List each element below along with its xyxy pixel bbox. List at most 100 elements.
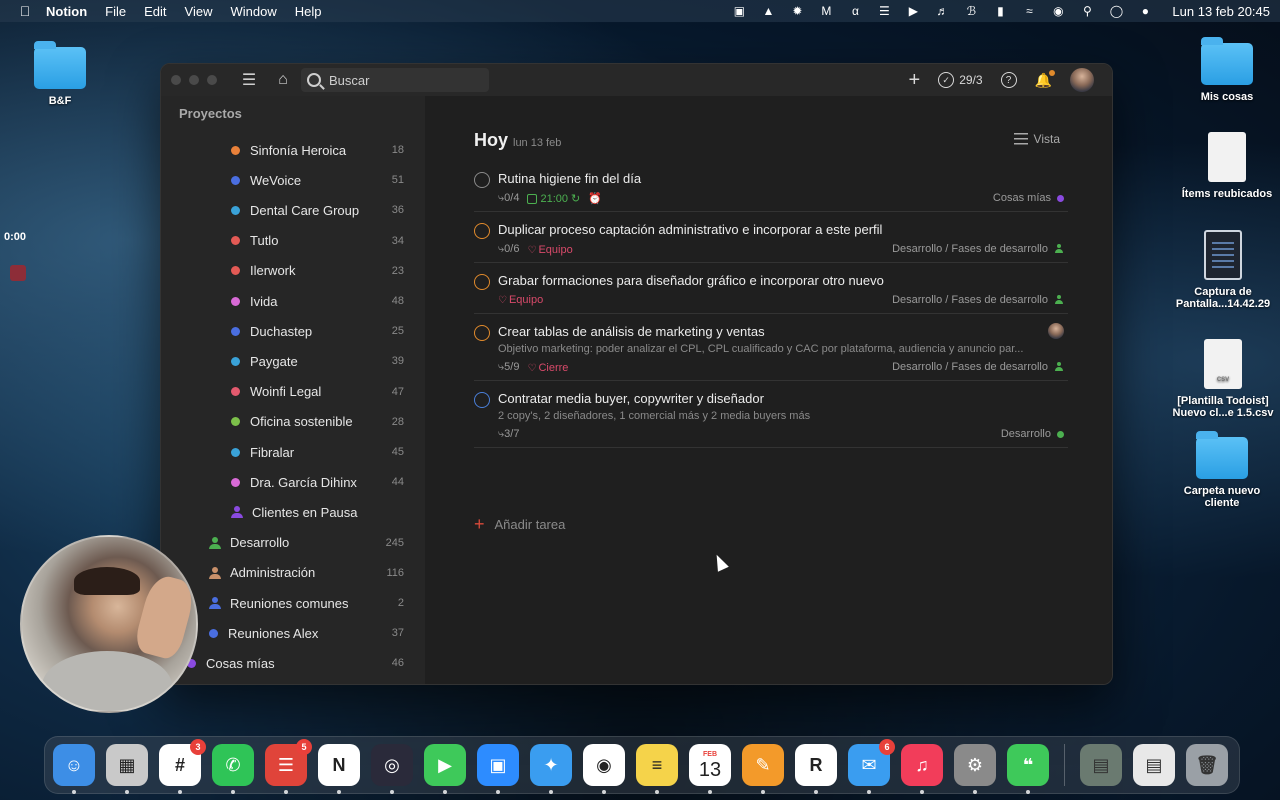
menu-file[interactable]: File <box>105 4 126 19</box>
search-input[interactable]: Buscar <box>301 68 489 92</box>
dock-reeder-app[interactable]: R <box>795 744 837 794</box>
task-project[interactable]: Desarrollo / Fases de desarrollo <box>892 361 1064 373</box>
sidebar-item-project[interactable]: Reuniones Alex 37 <box>209 620 404 646</box>
dock-whatsapp-app[interactable]: ✆ <box>212 744 254 794</box>
task-label[interactable]: ♡ Equipo <box>498 294 543 306</box>
dock-facetime-app[interactable]: ▶ <box>424 744 466 794</box>
siri-icon[interactable]: ● <box>1137 4 1153 18</box>
productivity-button[interactable]: ✓ 29/3 <box>938 72 983 88</box>
dock-chrome-app[interactable]: ◉ <box>583 744 625 794</box>
dock-music-app[interactable]: ♫ <box>901 744 943 794</box>
dock-obs-app[interactable]: ◎ <box>371 744 413 794</box>
sidebar-item-project[interactable]: Fibralar 45 <box>231 439 404 465</box>
sidebar-item-project[interactable]: Clientes en Pausa <box>231 499 404 525</box>
task-title[interactable]: Grabar formaciones para diseñador gráfic… <box>498 273 884 288</box>
desktop-file-screenshot[interactable]: Captura de Pantalla...14.42.29 <box>1168 230 1278 310</box>
home-icon[interactable]: ⌂ <box>273 71 293 89</box>
sidebar-item-project[interactable]: Cosas mías 46 <box>187 650 404 676</box>
menu-toggle-icon[interactable]: ☰ <box>239 70 259 90</box>
menu-app-name[interactable]: Notion <box>46 4 87 19</box>
dock-calendar-app[interactable]: FEB 13 <box>689 744 731 794</box>
battery-icon[interactable]: ▮ <box>992 4 1008 18</box>
bluetooth-icon[interactable]: ℬ <box>963 4 979 18</box>
task-project[interactable]: Desarrollo / Fases de desarrollo <box>892 294 1064 306</box>
sidebar-item-project[interactable]: Duchastep 25 <box>231 318 404 344</box>
sidebar-item-project[interactable]: Tutlo 34 <box>231 228 404 254</box>
desktop-folder-bf[interactable]: B&F <box>5 41 115 107</box>
sidebar-item-project[interactable]: Desarrollo 245 <box>209 530 404 556</box>
apple-menu-icon[interactable]:  <box>10 3 40 19</box>
sidebar-item-project[interactable]: Woinfi Legal 47 <box>231 379 404 405</box>
dock-finder-app[interactable]: ☺ <box>53 744 95 794</box>
dock-safari-app[interactable]: ✦ <box>530 744 572 794</box>
quick-add-button[interactable]: + <box>909 69 921 92</box>
task-title[interactable]: Duplicar proceso captación administrativ… <box>498 222 882 237</box>
notifications-button[interactable]: 🔔 <box>1035 69 1055 89</box>
spotlight-icon[interactable]: ⚲ <box>1079 4 1095 18</box>
dock-messages-app[interactable]: ❝ <box>1007 744 1049 794</box>
dock-notes-app[interactable]: ≡ <box>636 744 678 794</box>
task-project[interactable]: Desarrollo / Fases de desarrollo <box>892 243 1064 255</box>
task-title[interactable]: Rutina higiene fin del día <box>498 171 641 186</box>
task-item[interactable]: Duplicar proceso captación administrativ… <box>474 219 1068 263</box>
gear-status-icon[interactable]: ✹ <box>789 4 805 18</box>
dock-trash[interactable]: 🗑 <box>1186 744 1228 786</box>
task-label[interactable]: ♡ Cierre <box>527 362 568 374</box>
camera-status-icon[interactable]: ▣ <box>731 4 747 18</box>
zoom-window-button[interactable] <box>207 75 217 85</box>
dock-mail-app[interactable]: ✉ 6 <box>848 739 895 794</box>
task-project[interactable]: Desarrollo <box>1001 428 1064 440</box>
dock-zoom-app[interactable]: ▣ <box>477 744 519 794</box>
desktop-file-csv[interactable]: CSV [Plantilla Todoist] Nuevo cl...e 1.5… <box>1168 339 1278 419</box>
sidebar-item-project[interactable]: Oficina sostenible 28 <box>231 409 404 435</box>
control-center-icon[interactable]: ◯ <box>1108 4 1124 18</box>
user-avatar[interactable] <box>1070 68 1094 92</box>
user-status-icon[interactable]: ◉ <box>1050 4 1066 18</box>
volume-icon[interactable]: ♬ <box>934 4 950 18</box>
menu-window[interactable]: Window <box>230 4 276 19</box>
sidebar-item-project[interactable]: Paygate 39 <box>231 348 404 374</box>
task-item[interactable]: Rutina higiene fin del día ⤷0/4 21:00 ↻ ⏰… <box>474 168 1068 212</box>
task-item[interactable]: Contratar media buyer, copywriter y dise… <box>474 388 1068 448</box>
desktop-folder-mis-cosas[interactable]: Mis cosas <box>1172 37 1280 103</box>
task-label[interactable]: ♡ Equipo <box>527 244 572 256</box>
sidebar-header-projects[interactable]: Proyectos <box>179 106 242 121</box>
dock-documents-stack[interactable]: ▤ <box>1133 744 1175 786</box>
dock-pages-app[interactable]: ✎ <box>742 744 784 794</box>
sidebar-item-project[interactable]: Administración 116 <box>209 560 404 586</box>
task-complete-checkbox[interactable] <box>474 392 490 408</box>
task-item[interactable]: Crear tablas de análisis de marketing y … <box>474 321 1068 381</box>
minimize-window-button[interactable] <box>189 75 199 85</box>
task-title[interactable]: Crear tablas de análisis de marketing y … <box>498 324 765 339</box>
stop-recording-button[interactable] <box>10 265 26 281</box>
dock-screenshot-stack[interactable]: ▤ <box>1080 744 1122 786</box>
task-complete-checkbox[interactable] <box>474 325 490 341</box>
sidebar-item-project[interactable]: Dental Care Group 36 <box>231 197 404 223</box>
assignee-avatar[interactable] <box>1048 323 1064 339</box>
task-project[interactable]: Cosas mías <box>993 192 1064 204</box>
menu-clock[interactable]: Lun 13 feb 20:45 <box>1172 4 1270 19</box>
desktop-folder-nuevo-cliente[interactable]: Carpeta nuevo cliente <box>1167 431 1277 509</box>
sidebar-item-project[interactable]: Sinfonía Heroica 18 <box>231 137 404 163</box>
desktop-file-items-reubicados[interactable]: Ítems reubicados <box>1172 132 1280 200</box>
task-item[interactable]: Grabar formaciones para diseñador gráfic… <box>474 270 1068 314</box>
task-complete-checkbox[interactable] <box>474 274 490 290</box>
dock-settings-app[interactable]: ⚙ <box>954 744 996 794</box>
sidebar-item-project[interactable]: Ivida 48 <box>231 288 404 314</box>
dock-notion-app[interactable]: N <box>318 744 360 794</box>
sidebar-item-project[interactable]: Reuniones comunes 2 <box>209 590 404 616</box>
view-options-button[interactable]: Vista <box>1013 132 1060 146</box>
menu-view[interactable]: View <box>185 4 213 19</box>
task-title[interactable]: Contratar media buyer, copywriter y dise… <box>498 391 764 406</box>
notes-status-icon[interactable]: ☰ <box>876 4 892 18</box>
sidebar-item-project[interactable]: Ilerwork 23 <box>231 258 404 284</box>
menu-help[interactable]: Help <box>295 4 322 19</box>
task-complete-checkbox[interactable] <box>474 172 490 188</box>
task-complete-checkbox[interactable] <box>474 223 490 239</box>
play-icon[interactable]: ▶ <box>905 4 921 18</box>
drive-icon[interactable]: ▲ <box>760 4 776 18</box>
close-window-button[interactable] <box>171 75 181 85</box>
add-task-button[interactable]: + Añadir tarea <box>474 514 565 535</box>
malwarebytes-icon[interactable]: M <box>818 4 834 18</box>
dock-todoist-app[interactable]: ☰ 5 <box>265 739 312 794</box>
